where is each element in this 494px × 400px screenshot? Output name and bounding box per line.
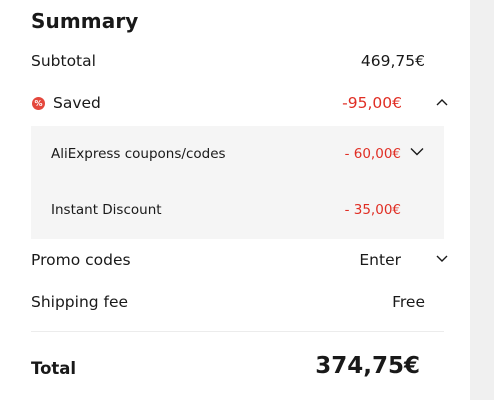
coupons-label: AliExpress coupons/codes bbox=[51, 146, 226, 162]
divider bbox=[31, 331, 444, 332]
promo-codes-label: Promo codes bbox=[31, 251, 131, 269]
instant-discount-value: - 35,00€ bbox=[344, 202, 401, 218]
promo-enter-button[interactable]: Enter bbox=[359, 251, 401, 269]
total-label: Total bbox=[31, 359, 77, 378]
promo-chevron-down-icon[interactable] bbox=[436, 255, 448, 263]
order-summary-panel: Summary Subtotal 469,75€ % Saved -95,00€… bbox=[0, 0, 470, 400]
saved-value: -95,00€ bbox=[342, 94, 402, 112]
subtotal-value: 469,75€ bbox=[360, 52, 425, 70]
instant-discount-label: Instant Discount bbox=[51, 202, 162, 218]
coupons-value: - 60,00€ bbox=[344, 146, 401, 162]
subtotal-label: Subtotal bbox=[31, 52, 96, 70]
shipping-fee-value: Free bbox=[392, 293, 425, 311]
chevron-up-icon[interactable] bbox=[436, 98, 448, 106]
total-value: 374,75€ bbox=[315, 353, 420, 379]
saved-label[interactable]: Saved bbox=[53, 94, 101, 112]
summary-title: Summary bbox=[31, 9, 139, 33]
chevron-down-icon[interactable] bbox=[410, 147, 424, 156]
shipping-fee-label: Shipping fee bbox=[31, 293, 129, 311]
savings-breakdown: AliExpress coupons/codes - 60,00€ Instan… bbox=[31, 126, 444, 239]
saved-percent-icon: % bbox=[32, 97, 45, 110]
